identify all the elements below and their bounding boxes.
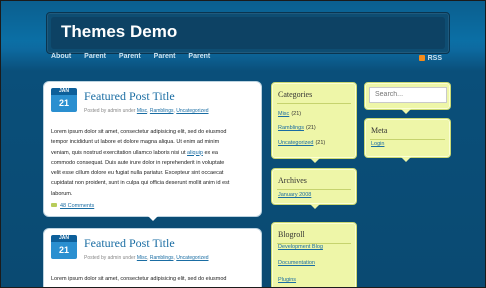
meta-widget: Meta Login [364,118,451,162]
post-body-line: velit esse cillum dolore eu fugiat nulla… [51,170,224,177]
blogroll-item[interactable]: Development Blog [278,244,323,250]
nav-item-about[interactable]: About [51,53,71,60]
category-item[interactable]: Uncategorized (21) [278,140,325,146]
date-badge: JAN 21 [51,235,77,259]
post-body-line: veniam, quis nostrud exercitation ullamc… [51,149,218,156]
divider [370,139,445,140]
post-body-line: Lorem ipsum dolor sit amet, consectetur … [51,276,227,282]
blogroll-item[interactable]: Documentation [278,260,315,266]
widget-pointer [401,157,411,162]
post-meta: Posted by admin under Misc, Ramblings, U… [84,255,209,261]
category-link-uncategorized[interactable]: Uncategorized [176,108,208,114]
blogroll-item[interactable]: Plugins [278,277,296,283]
site-header: Themes Demo [46,12,450,54]
widget-pointer [401,109,411,114]
category-item[interactable]: Ramblings (21) [278,125,316,131]
post-meta-prefix: Posted by admin under [84,255,136,261]
post-body: Lorem ipsum dolor sit amet, consectetur … [51,274,256,284]
category-link-ramblings[interactable]: Ramblings [150,108,174,114]
category-link-misc[interactable]: Misc [137,108,147,114]
archive-item[interactable]: January 2008 [278,192,311,198]
search-widget [364,82,451,114]
nav-item-parent[interactable]: Parent [154,53,176,60]
rss-icon [418,55,425,61]
divider [277,103,351,104]
post-body-line: laborum. [51,190,73,197]
post-body-line: commodo consequat. Duis aute irure dolor… [51,159,225,166]
post: JAN 21 Featured Post Title Posted by adm… [44,229,261,287]
post-body-line: tempor incididunt ut labore et dolore ma… [51,139,220,146]
archives-widget: Archives January 2008 [271,168,357,209]
post-body-line: cupidatat non proident, sunt in culpa qu… [51,180,230,187]
rss-label: RSS [427,55,442,62]
widget-title: Categories [278,90,313,99]
date-month: JAN [51,88,77,95]
post: JAN 21 Featured Post Title Posted by adm… [44,82,261,221]
post-title-link[interactable]: Featured Post Title [84,89,175,104]
login-link[interactable]: Login [371,141,384,147]
widget-pointer [310,158,320,163]
nav-item-parent[interactable]: Parent [84,53,106,60]
category-item[interactable]: Misc (21) [278,111,301,117]
site-title[interactable]: Themes Demo [61,22,177,42]
post-body: Lorem ipsum dolor sit amet, consectetur … [51,127,256,199]
rss-link[interactable]: RSS [418,55,442,62]
search-input[interactable] [369,87,447,103]
post-pointer [148,216,158,221]
widget-title: Archives [278,176,307,185]
main-nav: About Parent Parent Parent Parent RSS [46,53,448,67]
widget-title: Meta [371,126,388,135]
date-badge: JAN 21 [51,88,77,112]
nav-item-parent[interactable]: Parent [119,53,141,60]
category-link-uncategorized[interactable]: Uncategorized [176,255,208,261]
comment-icon [51,203,57,207]
post-body-line: Lorem ipsum dolor sit amet, consectetur … [51,129,227,135]
nav-item-parent[interactable]: Parent [188,53,210,60]
categories-widget: Categories Misc (21) Ramblings (21) Uncate… [271,82,357,163]
widget-pointer [310,204,320,209]
divider [277,189,351,190]
date-month: JAN [51,235,77,242]
category-link-ramblings[interactable]: Ramblings [150,255,174,261]
blogroll-widget: Blogroll Development Blog Documentation … [271,222,357,287]
inline-link[interactable]: aliquip [187,150,203,156]
date-day: 21 [51,242,77,259]
post-meta-prefix: Posted by admin under [84,108,136,114]
post-meta: Posted by admin under Misc, Ramblings, U… [84,108,209,114]
category-link-misc[interactable]: Misc [137,255,147,261]
comments-count: 48 Comments [60,203,95,209]
post-title-link[interactable]: Featured Post Title [84,236,175,251]
comments-link[interactable]: 48 Comments [51,203,94,209]
widget-title: Blogroll [278,230,305,239]
browser-viewport: Themes Demo About Parent Parent Parent P… [0,0,486,288]
date-day: 21 [51,95,77,112]
